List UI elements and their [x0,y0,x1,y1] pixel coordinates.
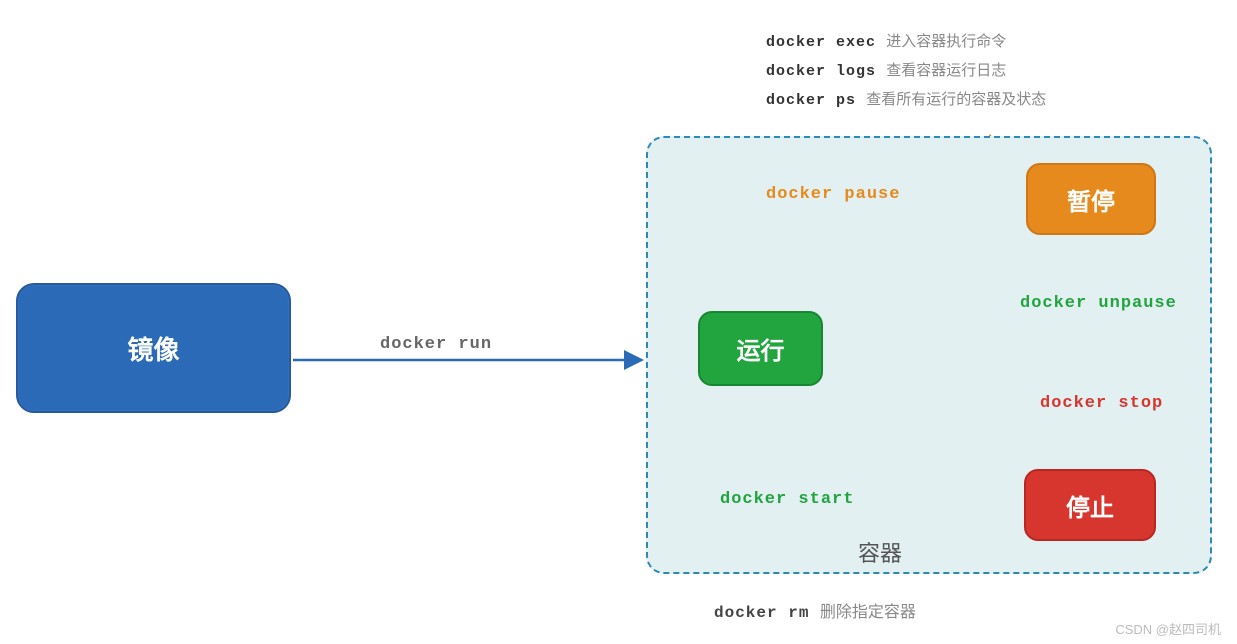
state-stop-label: 停止 [1066,488,1114,523]
container-title: 容器 [858,536,902,568]
cmd-rm-desc: 删除指定容器 [820,604,916,621]
image-node: 镜像 [16,283,291,413]
cmd-ps-name: docker ps [766,92,856,109]
cmd-exec: docker exec 进入容器执行命令 [766,28,1046,57]
state-stop: 停止 [1024,469,1156,541]
watermark: CSDN @赵四司机 [1115,619,1221,638]
state-run-label: 运行 [737,331,785,366]
cmd-logs-desc: 查看容器运行日志 [886,62,1006,79]
docker-commands-list: docker exec 进入容器执行命令 docker logs 查看容器运行日… [766,28,1046,115]
label-unpause: docker unpause [1020,294,1177,313]
state-pause: 暂停 [1026,163,1156,235]
run-arrow-label: docker run [380,335,492,354]
cmd-ps: docker ps 查看所有运行的容器及状态 [766,86,1046,115]
cmd-exec-name: docker exec [766,34,876,51]
state-run: 运行 [698,311,823,386]
cmd-rm-name: docker rm [714,604,809,622]
cmd-exec-desc: 进入容器执行命令 [886,33,1006,50]
cmd-ps-desc: 查看所有运行的容器及状态 [866,91,1046,108]
cmd-logs-name: docker logs [766,63,876,80]
label-start: docker start [720,490,854,509]
cmd-logs: docker logs 查看容器运行日志 [766,57,1046,86]
image-node-label: 镜像 [127,330,179,367]
state-pause-label: 暂停 [1067,182,1115,217]
label-stop: docker stop [1040,394,1163,413]
cmd-rm: docker rm 删除指定容器 [714,598,916,622]
label-pause: docker pause [766,185,900,204]
